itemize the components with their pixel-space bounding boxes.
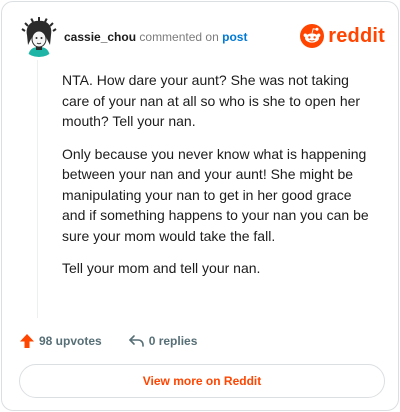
upvote-stat[interactable]: 98 upvotes (19, 333, 102, 349)
username-link[interactable]: cassie_chou (64, 30, 136, 44)
reddit-wordmark: reddit (328, 24, 385, 47)
upvote-arrow-icon (20, 334, 34, 348)
comment-byline: cassie_chou commented on post (64, 30, 247, 44)
reply-stat[interactable]: 0 replies (128, 334, 198, 348)
comment-paragraph: Only because you never know what is happ… (62, 145, 369, 244)
view-more-on-reddit-button[interactable]: View more on Reddit (19, 364, 385, 398)
comment-actions: 98 upvotes 0 replies (19, 331, 197, 351)
avatar-illustration (19, 17, 59, 57)
post-link[interactable]: post (222, 30, 247, 44)
thread-line (37, 60, 38, 318)
comment-body: NTA. How dare your aunt? She was not tak… (62, 70, 378, 291)
comment-paragraph: Tell your mom and tell your nan. (62, 260, 261, 276)
byline-action: commented on (139, 30, 219, 44)
avatar[interactable] (19, 17, 59, 57)
comment-paragraph: NTA. How dare your aunt? She was not tak… (62, 72, 361, 129)
reply-count: 0 replies (148, 334, 198, 348)
comment-header: cassie_chou commented on post reddit (19, 17, 389, 57)
reply-icon (128, 335, 144, 347)
embedded-comment-card: cassie_chou commented on post reddit NTA… (1, 1, 399, 411)
upvote-count: 98 upvotes (39, 334, 102, 348)
reddit-brand[interactable]: reddit (300, 22, 385, 50)
reddit-snoo-icon (300, 24, 325, 48)
